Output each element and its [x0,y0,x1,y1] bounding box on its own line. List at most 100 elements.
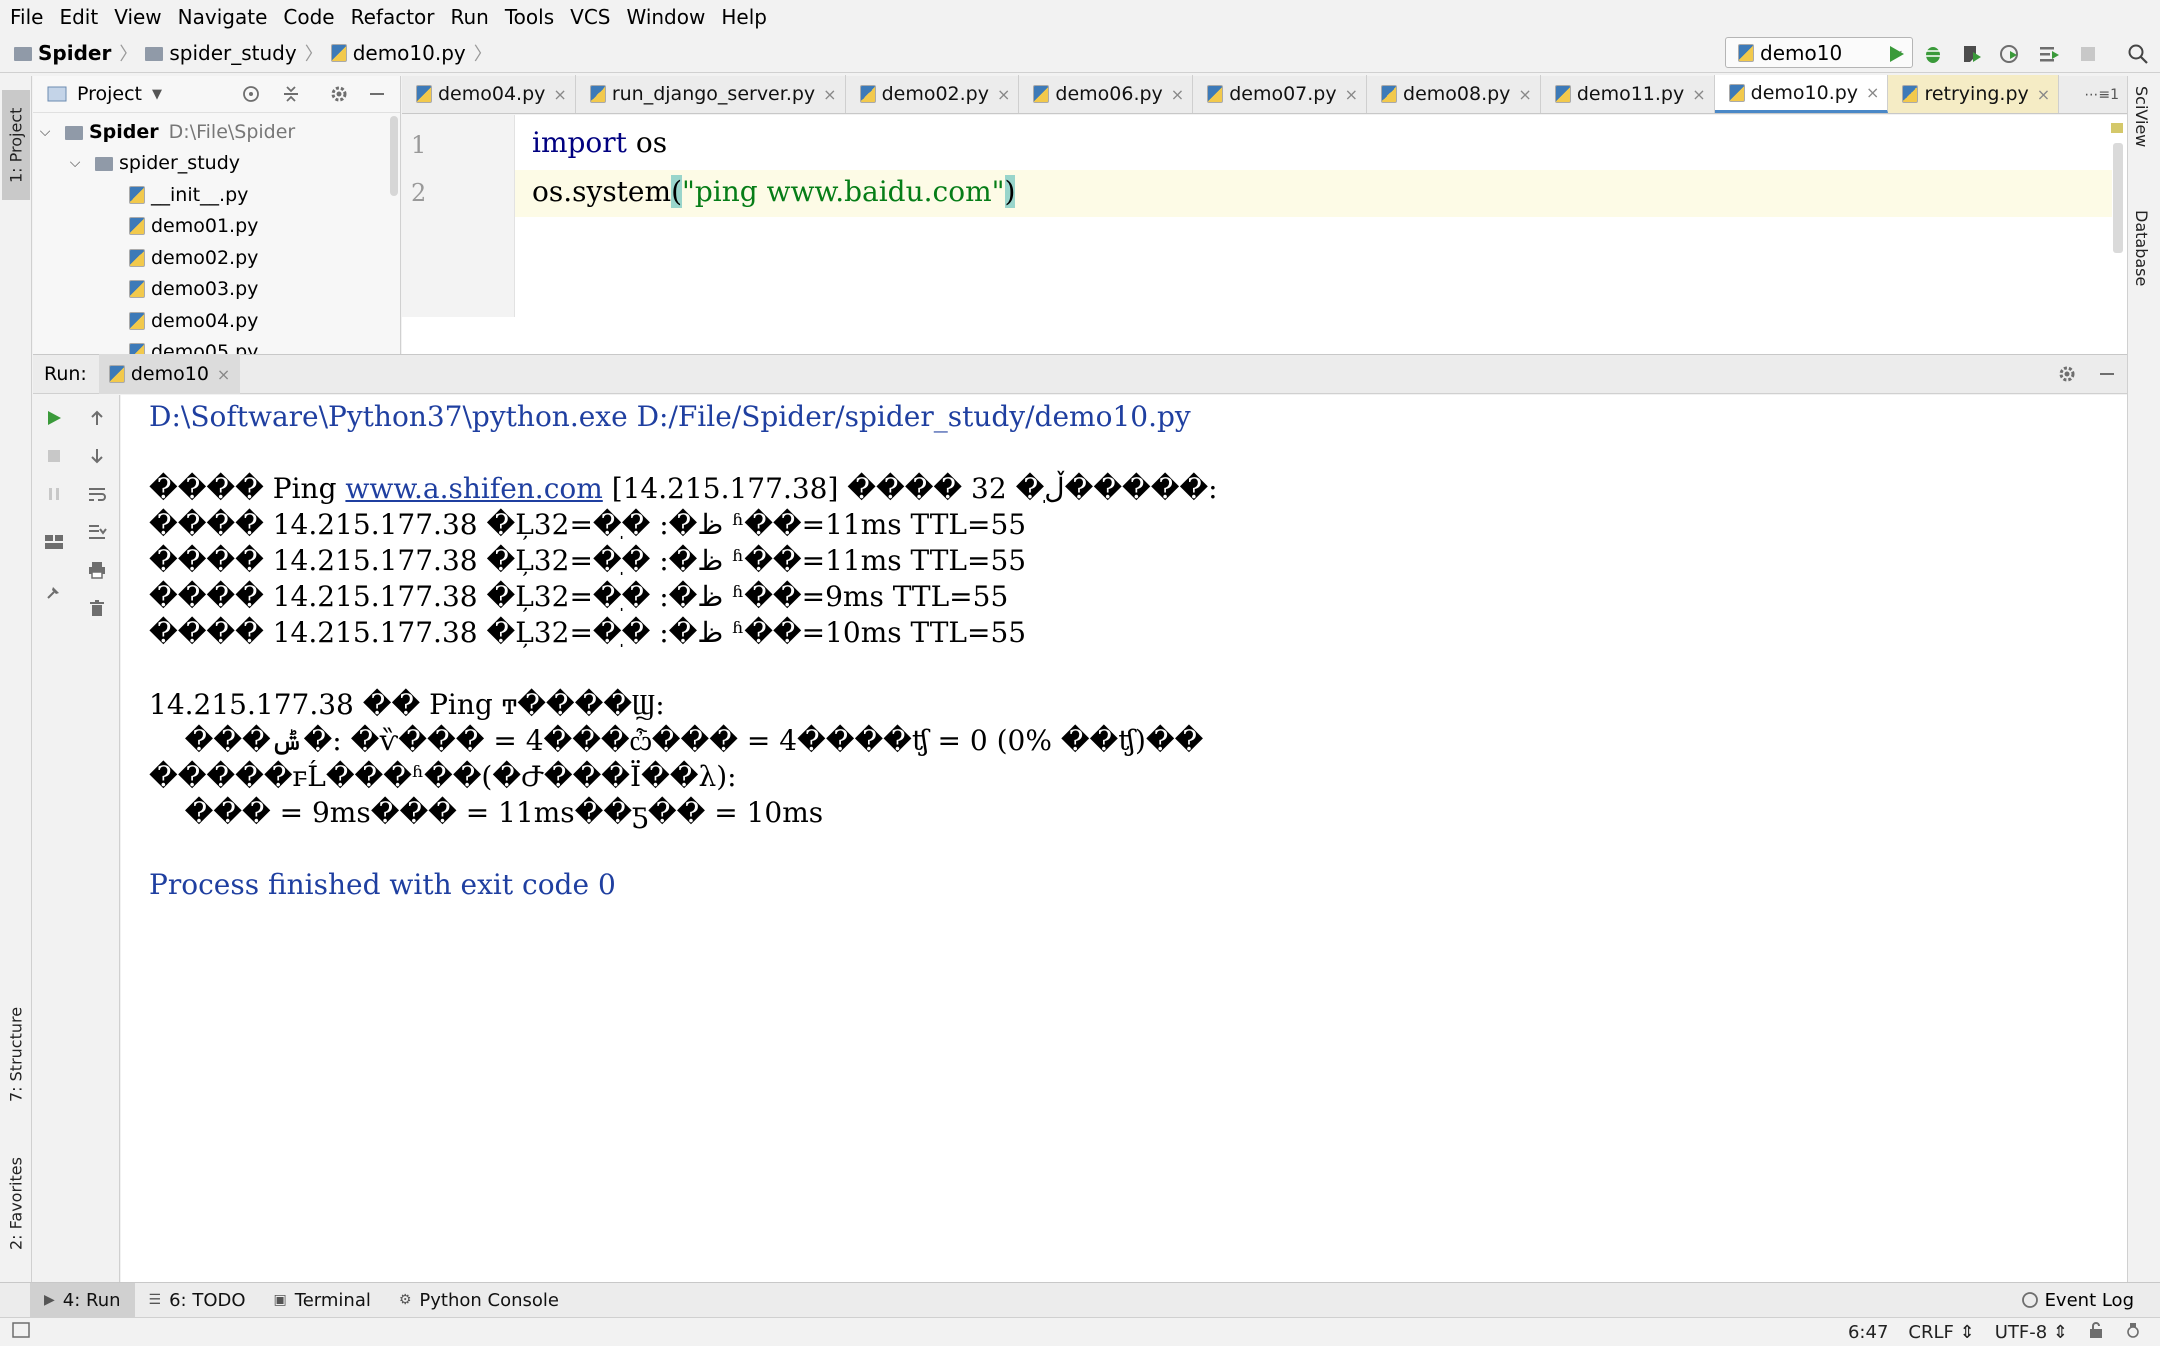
tree-file[interactable]: __init__.py [33,179,400,211]
menu-window[interactable]: Window [620,5,715,29]
menu-file[interactable]: File [4,5,53,29]
tab-demo08[interactable]: demo08.py × [1367,75,1541,113]
tree-file[interactable]: demo02.py [33,242,400,274]
tree-file[interactable]: demo04.py [33,305,400,337]
close-icon[interactable]: × [997,85,1010,104]
caret-position[interactable]: 6:47 [1838,1322,1898,1343]
menu-help[interactable]: Help [715,5,777,29]
breadcrumb-file[interactable]: demo10.py [353,41,466,65]
tab-retrying[interactable]: retrying.py × [1888,75,2060,113]
chevron-down-icon[interactable]: ▼ [152,87,162,102]
run-panel-label: Run: [44,363,87,385]
close-icon[interactable]: × [217,365,230,384]
gear-icon[interactable] [2057,364,2077,389]
chevron-down-icon[interactable]: ⌵ [37,124,53,140]
collapse-all-icon[interactable] [281,84,301,109]
chevron-down-icon[interactable]: ⌵ [67,155,83,171]
tab-sciview[interactable]: SciView [2132,86,2151,147]
scroll-to-end-icon[interactable] [84,519,110,545]
layout-icon[interactable] [41,529,67,555]
close-icon[interactable]: × [1518,85,1531,104]
arrow-up-icon[interactable] [84,405,110,431]
tab-demo02[interactable]: demo02.py × [846,75,1020,113]
tab-project-tool[interactable]: 1: Project [2,90,30,200]
code-editor[interactable]: 1 2 import os os.system("ping www.baidu.… [402,115,2127,354]
editor-scrollbar[interactable] [2109,123,2123,278]
tree-file[interactable]: demo01.py [33,211,400,243]
concurrency-icon[interactable] [2035,40,2063,68]
tree-row-folder[interactable]: ⌵ spider_study [33,148,400,180]
tool-run-button[interactable]: ▶ 4: Run [30,1282,135,1318]
tab-demo11[interactable]: demo11.py × [1541,75,1715,113]
menu-run[interactable]: Run [445,5,499,29]
arrow-down-icon[interactable] [84,443,110,469]
tree-file[interactable]: demo05.py [33,337,400,354]
minimize-icon[interactable] [2097,364,2117,389]
menu-navigate[interactable]: Navigate [172,5,278,29]
rerun-icon[interactable] [41,405,67,431]
menu-vcs[interactable]: VCS [564,5,620,29]
tab-favorites-tool[interactable]: 2: Favorites [2,1144,30,1264]
close-icon[interactable]: × [1866,83,1879,102]
tab-run-django-server[interactable]: run_django_server.py × [576,75,846,113]
console-reply: ���� 14.215.177.38 �Ļظ�: �ֽ�=32 ʱ��=10ms… [149,616,1027,649]
code-line-1: import os [532,126,667,159]
minimize-icon[interactable] [367,84,387,109]
run-icon[interactable] [1882,40,1910,68]
close-icon[interactable]: × [1692,85,1705,104]
tool-window-toggle-icon[interactable] [0,1321,40,1343]
breadcrumb-folder[interactable]: spider_study [169,41,296,65]
close-icon[interactable]: × [553,85,566,104]
close-icon[interactable]: × [1345,85,1358,104]
trash-icon[interactable] [84,595,110,621]
tree-file[interactable]: demo03.py [33,274,400,306]
tab-structure-tool[interactable]: 7: Structure [2,994,30,1114]
tool-terminal-button[interactable]: ▣ Terminal [260,1283,385,1318]
file-encoding[interactable]: UTF-8 ⇕ [1985,1322,2078,1343]
debug-icon[interactable] [1919,40,1947,68]
python-file-icon [129,248,145,267]
console-host-link[interactable]: www.a.shifen.com [345,472,602,505]
editor-scroll-thumb[interactable] [2113,143,2123,253]
close-icon[interactable]: × [2037,85,2050,104]
tool-todo-button[interactable]: ☰ 6: TODO [135,1283,260,1318]
project-scrollbar[interactable] [390,116,398,196]
inspector-icon[interactable] [2114,1321,2152,1344]
tabs-overflow[interactable]: ⋯≡1 [2084,87,2127,103]
soft-wrap-icon[interactable] [84,481,110,507]
event-log-button[interactable]: Event Log [2021,1290,2160,1311]
stop-icon[interactable] [2074,40,2102,68]
console-output[interactable]: D:\Software\Python37\python.exe D:/File/… [121,395,2127,1282]
menu-edit[interactable]: Edit [53,5,108,29]
pause-icon[interactable] [41,481,67,507]
pin-icon[interactable] [41,579,67,605]
run-tab-demo10[interactable]: demo10 × [98,354,241,394]
menu-refactor[interactable]: Refactor [345,5,445,29]
python-file-icon [1902,85,1919,103]
tab-demo07[interactable]: demo07.py × [1193,75,1368,113]
inspection-marker[interactable] [2111,123,2123,133]
tab-demo10[interactable]: demo10.py × [1714,75,1889,113]
project-panel-title[interactable]: Project [77,83,142,105]
lock-icon[interactable] [2078,1321,2114,1344]
print-icon[interactable] [84,557,110,583]
close-icon[interactable]: × [823,85,836,104]
tab-demo06[interactable]: demo06.py × [1019,75,1194,113]
gear-icon[interactable] [329,84,349,109]
breadcrumb: Spider 〉 spider_study 〉 demo10.py 〉 [0,40,500,66]
locate-icon[interactable] [241,84,261,109]
menu-view[interactable]: View [108,5,171,29]
breadcrumb-project[interactable]: Spider [38,41,111,65]
tab-demo04[interactable]: demo04.py × [402,75,576,113]
tab-database[interactable]: Database [2132,210,2151,286]
stop-icon[interactable] [41,443,67,469]
tree-row-root[interactable]: ⌵ Spider D:\File\Spider [33,116,400,148]
tool-python-console-button[interactable]: ⚙ Python Console [385,1283,573,1318]
line-separator[interactable]: CRLF ⇕ [1898,1322,1984,1343]
menu-tools[interactable]: Tools [499,5,564,29]
run-with-coverage-icon[interactable] [1958,40,1986,68]
search-icon[interactable] [2124,40,2152,68]
close-icon[interactable]: × [1171,85,1184,104]
menu-code[interactable]: Code [277,5,344,29]
profile-icon[interactable] [1996,40,2024,68]
